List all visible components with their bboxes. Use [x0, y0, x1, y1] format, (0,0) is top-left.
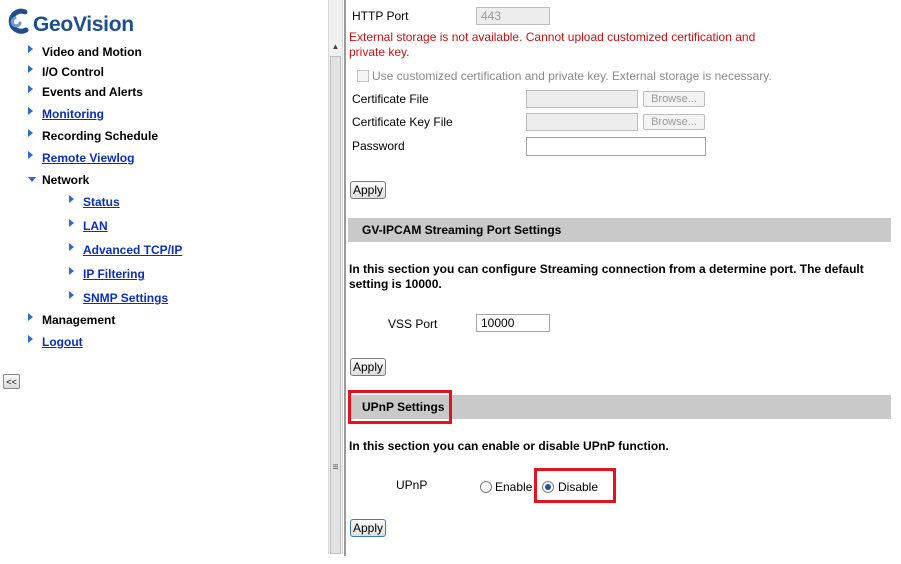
collapsed-arrow-icon [28, 85, 33, 93]
scroll-up-arrow-icon[interactable]: ▲ [330, 40, 341, 54]
geovision-logo: GeoVision [5, 6, 135, 36]
certificate-key-file-browse-button[interactable]: Browse... [643, 114, 705, 130]
nav-item-label: Advanced TCP/IP [83, 243, 183, 257]
link-arrow-icon [28, 335, 33, 343]
frame-splitter[interactable] [344, 0, 346, 556]
http-port-input[interactable] [476, 7, 550, 25]
http-port-label: HTTP Port [352, 9, 409, 23]
link-arrow-icon [69, 291, 74, 299]
link-arrow-icon [28, 107, 33, 115]
nav-item-label: Monitoring [42, 107, 104, 121]
certificate-file-label: Certificate File [352, 92, 429, 106]
nav-item-label: Remote Viewlog [42, 151, 135, 165]
nav-item-label: Logout [42, 335, 83, 349]
certificate-file-browse-button[interactable]: Browse... [643, 91, 705, 107]
nav-item-label: LAN [83, 219, 108, 233]
nav-item-label: IP Filtering [83, 267, 145, 281]
nav-item-label: Management [42, 313, 116, 327]
vss-port-input[interactable] [476, 314, 550, 332]
logo-swirl-icon [8, 8, 29, 34]
upnp-enable-radio[interactable] [480, 481, 492, 493]
link-arrow-icon [28, 151, 33, 159]
nav-item-label: I/O Control [42, 65, 104, 79]
expanded-arrow-icon [28, 177, 36, 182]
certificate-file-input[interactable] [526, 90, 638, 108]
streaming-section-title: GV-IPCAM Streaming Port Settings [362, 223, 562, 237]
nav-item-label: Recording Schedule [42, 129, 159, 143]
scrollbar-thumb[interactable] [330, 56, 341, 554]
streaming-description-line1: In this section you can configure Stream… [349, 262, 864, 276]
nav-item-label: Status [83, 195, 120, 209]
upnp-description: In this section you can enable or disabl… [349, 439, 669, 453]
collapsed-arrow-icon [28, 45, 33, 53]
certificate-key-file-input[interactable] [526, 113, 638, 131]
link-arrow-icon [69, 219, 74, 227]
collapse-menu-button[interactable]: << [3, 374, 20, 389]
storage-warning-line2: private key. [349, 45, 410, 59]
nav-item-label: Video and Motion [42, 45, 142, 59]
upnp-disable-highlight-box [534, 468, 616, 503]
https-apply-button[interactable]: Apply [350, 181, 386, 199]
storage-warning-line1: External storage is not available. Canno… [349, 30, 756, 44]
link-arrow-icon [69, 243, 74, 251]
certificate-key-file-label: Certificate Key File [352, 115, 453, 129]
password-input[interactable] [526, 137, 706, 156]
nav-item-label: Network [42, 173, 90, 187]
use-custom-cert-checkbox[interactable] [357, 70, 369, 82]
collapsed-arrow-icon [28, 129, 33, 137]
upnp-apply-button[interactable]: Apply [350, 519, 386, 537]
vss-port-label: VSS Port [388, 317, 438, 331]
use-custom-cert-label: Use customized certification and private… [372, 69, 772, 83]
nav-item-label: SNMP Settings [83, 291, 169, 305]
upnp-label: UPnP [396, 478, 428, 492]
streaming-apply-button[interactable]: Apply [350, 358, 386, 376]
splitter-grip-icon[interactable]: ≡ [331, 462, 340, 474]
nav-item-label: Events and Alerts [42, 85, 143, 99]
link-arrow-icon [69, 195, 74, 203]
streaming-description-line2: setting is 10000. [349, 277, 442, 291]
password-label: Password [352, 139, 405, 153]
collapsed-arrow-icon [28, 313, 33, 321]
logo-text: GeoVision [33, 13, 134, 36]
link-arrow-icon [69, 267, 74, 275]
upnp-header-highlight-box [348, 390, 452, 424]
streaming-section-header: GV-IPCAM Streaming Port Settings [348, 218, 891, 242]
collapsed-arrow-icon [28, 65, 33, 73]
upnp-enable-label: Enable [495, 480, 533, 494]
